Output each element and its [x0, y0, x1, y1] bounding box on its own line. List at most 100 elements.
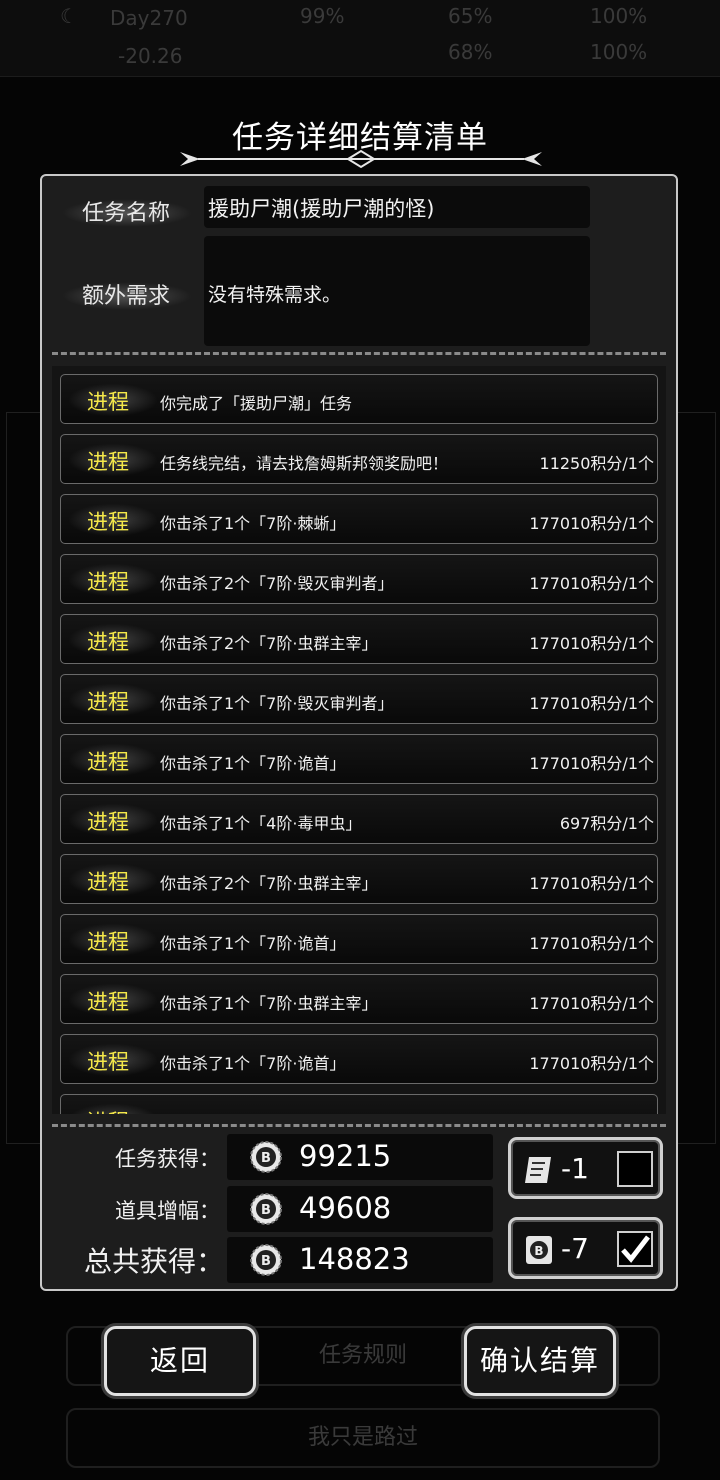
- status-value: 100%: [590, 4, 648, 28]
- back-button-label: 返回: [149, 1344, 210, 1377]
- progress-row: 进程 你完成了「援助尸潮」任务: [60, 374, 658, 424]
- task-earned-value: 99215: [299, 1139, 392, 1173]
- progress-tag: 进程: [87, 750, 129, 774]
- progress-text: 你击杀了1个「7阶·诡首」: [160, 1054, 346, 1073]
- secondary-value: -20.26: [118, 44, 183, 68]
- status-value: 68%: [448, 40, 493, 64]
- confirm-button-label: 确认结算: [479, 1344, 600, 1377]
- progress-reward: 177010积分/1个: [529, 754, 654, 773]
- progress-text: 你击杀了1个「7阶·诡首」: [160, 754, 346, 773]
- confirm-settlement-button[interactable]: 确认结算: [464, 1326, 616, 1396]
- progress-tag: 进程: [87, 450, 129, 474]
- progress-reward: 697积分/1个: [559, 814, 654, 833]
- divider: [52, 352, 666, 355]
- progress-text: 你击杀了1个「7阶·虫群主宰」: [160, 994, 378, 1013]
- progress-row: 进程 你击杀了1个「4阶·毒甲虫」 697积分/1个: [60, 794, 658, 844]
- progress-tag: 进程: [87, 510, 129, 534]
- task-name-label: 任务名称: [62, 195, 192, 227]
- progress-tag: 进程: [87, 810, 129, 834]
- progress-reward: 177010积分/1个: [529, 1054, 654, 1073]
- coin-card-icon: B: [526, 1236, 552, 1264]
- status-value: 100%: [590, 40, 648, 64]
- background-status-bar: ☾ Day270 99% 65% 100% -20.26 68% 100%: [0, 0, 720, 77]
- progress-tag: 进程: [87, 870, 129, 894]
- progress-reward: 177010积分/1个: [529, 634, 654, 653]
- progress-text: 你击杀了2个「7阶·虫群主宰」: [160, 634, 378, 653]
- boost-box: B 49608: [227, 1186, 493, 1232]
- progress-tag: 进程: [87, 990, 129, 1014]
- scroll-item-count: -1: [561, 1152, 589, 1185]
- background-pass-button: 我只是路过: [66, 1408, 660, 1468]
- back-button[interactable]: 返回: [104, 1326, 256, 1396]
- progress-reward: 177010积分/1个: [529, 1110, 654, 1114]
- extra-requirement-value: 没有特殊需求。: [208, 284, 342, 306]
- day-label: Day270: [110, 6, 188, 30]
- scroll-item-checkbox[interactable]: [617, 1151, 653, 1187]
- svg-text:B: B: [261, 1254, 271, 1269]
- progress-list[interactable]: 进程 你完成了「援助尸潮」任务 进程 任务线完结，请去找詹姆斯邦领奖励吧！ 11250积…: [52, 366, 666, 1114]
- moon-icon: ☾: [60, 4, 78, 28]
- progress-row: 进程 你击杀了1个「7阶·虫群主宰」 177010积分/1个: [60, 974, 658, 1024]
- background-side-panel: [674, 412, 716, 1144]
- progress-row: 进程你击杀了1个「7阶·毁灭审判者」 177010积分/1个: [60, 1094, 658, 1114]
- progress-tag: 进程: [87, 930, 129, 954]
- progress-row: 进程 你击杀了1个「7阶·诡首」 177010积分/1个: [60, 1034, 658, 1084]
- background-rules-label: 任务规则: [318, 1343, 407, 1368]
- progress-reward: 177010积分/1个: [529, 994, 654, 1013]
- progress-row: 进程 你击杀了2个「7阶·虫群主宰」 177010积分/1个: [60, 854, 658, 904]
- task-earned-box: B 99215: [227, 1134, 493, 1180]
- divider: [52, 1124, 666, 1127]
- progress-tag: 进程: [87, 1050, 129, 1074]
- progress-reward: 11250积分/1个: [539, 454, 654, 473]
- total-earned-box: B 148823: [227, 1237, 493, 1283]
- status-value: 65%: [448, 4, 493, 28]
- coin-icon: B: [250, 1193, 282, 1225]
- coin-card-item-checkbox[interactable]: [617, 1231, 653, 1267]
- svg-text:B: B: [261, 1151, 271, 1166]
- progress-text: 你完成了「援助尸潮」任务: [160, 394, 353, 413]
- title-ornament: [180, 149, 542, 169]
- progress-row: 进程 你击杀了1个「7阶·诡首」 177010积分/1个: [60, 734, 658, 784]
- progress-reward: 177010积分/1个: [529, 874, 654, 893]
- progress-row: 进程 任务线完结，请去找詹姆斯邦领奖励吧！ 11250积分/1个: [60, 434, 658, 484]
- progress-text: 你击杀了1个「7阶·毁灭审判者」: [160, 694, 394, 713]
- progress-reward: 177010积分/1个: [529, 934, 654, 953]
- coin-card-item-toggle[interactable]: B -7: [508, 1217, 663, 1279]
- extra-requirement-label: 额外需求: [62, 278, 192, 310]
- coin-icon: B: [250, 1141, 282, 1173]
- coin-card-item-count: -7: [561, 1232, 589, 1265]
- background-pass-label: 我只是路过: [307, 1425, 418, 1450]
- boost-value: 49608: [299, 1191, 392, 1225]
- progress-text: 你击杀了1个「7阶·毁灭审判者」: [160, 1110, 393, 1114]
- progress-row: 进程 你击杀了1个「7阶·毁灭审判者」 177010积分/1个: [60, 674, 658, 724]
- boost-label: 道具增幅：: [115, 1199, 220, 1223]
- task-earned-label: 任务获得：: [115, 1147, 220, 1171]
- checkmark-icon: [621, 1235, 650, 1263]
- progress-text: 你击杀了1个「7阶·诡首」: [160, 934, 346, 953]
- progress-text: 任务线完结，请去找詹姆斯邦领奖励吧！: [160, 454, 449, 473]
- progress-tag: 进程: [87, 630, 129, 654]
- total-earned-value: 148823: [299, 1242, 410, 1276]
- task-name-field: 援助尸潮(援助尸潮的怪): [204, 186, 590, 228]
- progress-text: 你击杀了2个「7阶·虫群主宰」: [160, 874, 378, 893]
- progress-row: 进程 你击杀了1个「7阶·诡首」 177010积分/1个: [60, 914, 658, 964]
- task-name-value: 援助尸潮(援助尸潮的怪): [208, 197, 435, 221]
- progress-reward: 177010积分/1个: [529, 514, 654, 533]
- progress-tag: 进程: [87, 390, 129, 414]
- progress-text: 你击杀了1个「7阶·棘蜥」: [160, 514, 346, 533]
- progress-tag: 进程: [87, 570, 129, 594]
- progress-tag: 进程: [87, 1106, 129, 1114]
- total-earned-label: 总共获得：: [83, 1245, 224, 1278]
- status-value: 99%: [300, 4, 345, 28]
- progress-text: 你击杀了1个「4阶·毒甲虫」: [160, 814, 362, 833]
- progress-row: 进程 你击杀了1个「7阶·棘蜥」 177010积分/1个: [60, 494, 658, 544]
- extra-requirement-field: 没有特殊需求。: [204, 236, 590, 346]
- progress-reward: 177010积分/1个: [529, 574, 654, 593]
- progress-tag: 进程: [87, 690, 129, 714]
- progress-reward: 177010积分/1个: [529, 694, 654, 713]
- svg-text:B: B: [261, 1203, 271, 1218]
- svg-text:B: B: [534, 1244, 543, 1258]
- scroll-item-toggle[interactable]: -1: [508, 1137, 663, 1199]
- progress-row: 进程 你击杀了2个「7阶·虫群主宰」 177010积分/1个: [60, 614, 658, 664]
- progress-text: 你击杀了2个「7阶·毁灭审判者」: [160, 574, 394, 593]
